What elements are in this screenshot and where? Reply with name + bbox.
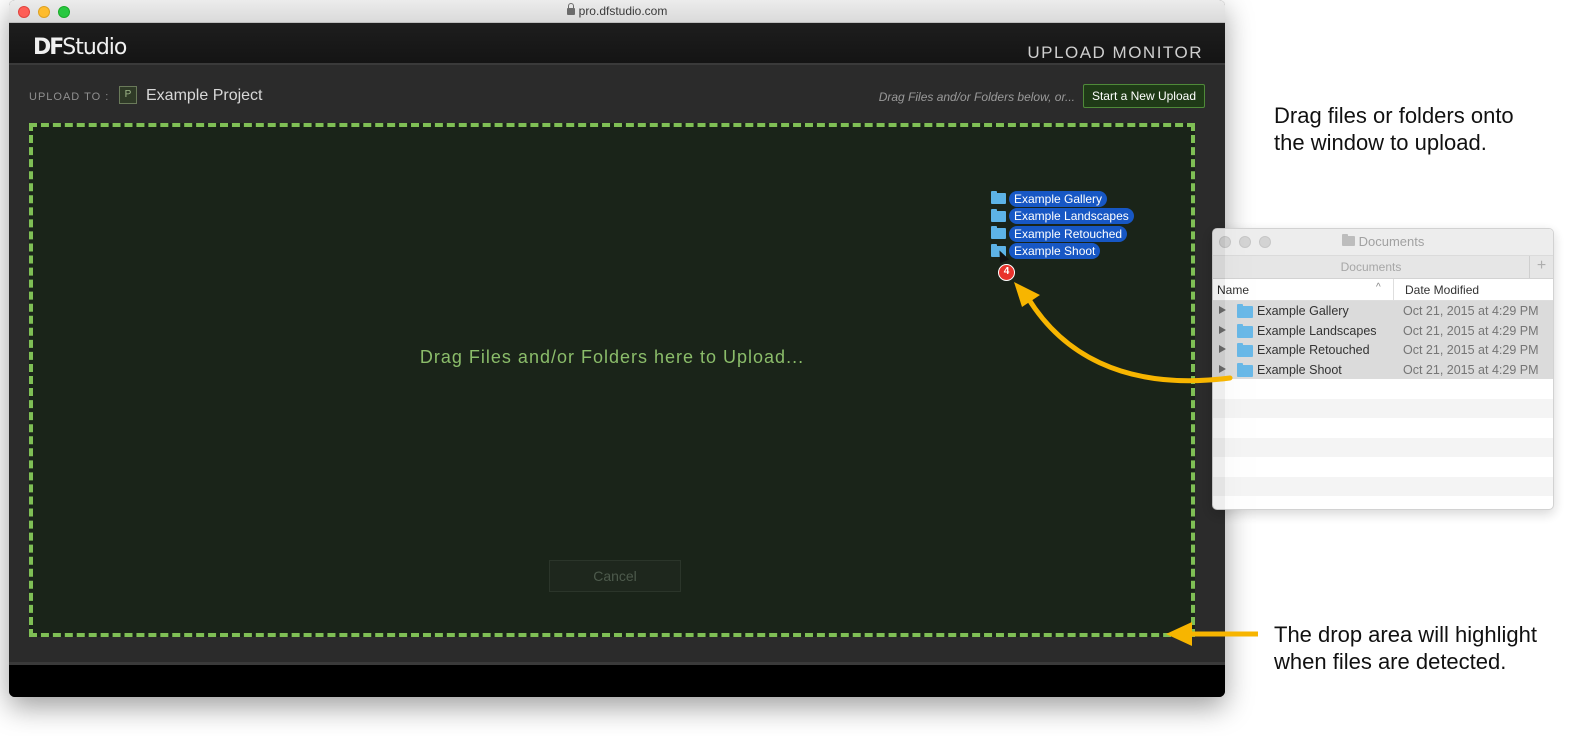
annotation-drop-area: The drop area will highlight when files …: [1274, 622, 1537, 674]
address-bar[interactable]: pro.dfstudio.com: [9, 3, 1225, 18]
dragged-item-label: Example Retouched: [1009, 225, 1128, 242]
folder-icon: [1341, 234, 1355, 246]
finder-row-name: Example Gallery: [1257, 304, 1349, 318]
tab-documents[interactable]: Documents: [1213, 260, 1529, 274]
browser-window: pro.dfstudio.com DFStudio UPLOAD MONITOR…: [9, 0, 1225, 697]
folder-icon: [1237, 323, 1253, 338]
dragged-item: Example Retouched: [991, 225, 1134, 242]
finder-empty-row: [1213, 398, 1553, 418]
upload-hint: Drag Files and/or Folders below, or...: [878, 90, 1075, 104]
dragged-item: Example Gallery: [991, 190, 1134, 207]
start-new-upload-button[interactable]: Start a New Upload: [1082, 84, 1205, 108]
disclosure-triangle-icon[interactable]: [1219, 325, 1226, 334]
finder-row-name: Example Landscapes: [1257, 323, 1377, 338]
finder-tab-bar: Documents +: [1213, 255, 1553, 279]
upload-to-label: UPLOAD TO :: [29, 91, 110, 103]
folder-icon: [1237, 343, 1253, 357]
browser-titlebar: pro.dfstudio.com: [9, 0, 1225, 23]
logo-studio: Studio: [62, 35, 127, 60]
dragged-item-label: Example Gallery: [1009, 190, 1108, 207]
lock-icon: [566, 3, 575, 15]
url-text: pro.dfstudio.com: [578, 4, 668, 18]
finder-row[interactable]: Example Landscapes Oct 21, 2015 at 4:29 …: [1213, 320, 1553, 340]
finder-row-date: Oct 21, 2015 at 4:29 PM: [1403, 362, 1539, 377]
finder-titlebar: Documents: [1213, 229, 1553, 255]
dfstudio-logo[interactable]: DFStudio: [33, 35, 127, 60]
cancel-button[interactable]: Cancel: [549, 560, 681, 592]
folder-icon: [1237, 362, 1253, 377]
finder-title: Documents: [1213, 234, 1553, 249]
finder-title-text: Documents: [1358, 234, 1425, 249]
column-name-header[interactable]: Name: [1217, 283, 1249, 297]
disclosure-triangle-icon[interactable]: [1219, 306, 1226, 314]
finder-row-date: Oct 21, 2015 at 4:29 PM: [1403, 323, 1539, 338]
disclosure-triangle-icon[interactable]: [1219, 364, 1226, 373]
finder-empty-row: [1213, 418, 1553, 438]
dragged-item-label: Example Landscapes: [1009, 208, 1134, 224]
disclosure-triangle-icon[interactable]: [1219, 345, 1226, 353]
folder-icon: [991, 226, 1006, 239]
footer-bar: [9, 665, 1225, 697]
finder-empty-row: [1213, 437, 1553, 457]
drag-count-badge: 4: [998, 264, 1015, 281]
folder-icon: [1237, 304, 1253, 318]
dragged-item-label: Example Shoot: [1009, 243, 1101, 259]
folder-icon: [991, 208, 1006, 222]
finder-row[interactable]: Example Gallery Oct 21, 2015 at 4:29 PM: [1213, 301, 1553, 321]
column-date-modified-header[interactable]: Date Modified: [1393, 279, 1490, 301]
app-header: DFStudio UPLOAD MONITOR: [9, 23, 1225, 65]
finder-row[interactable]: Example Shoot Oct 21, 2015 at 4:29 PM: [1213, 359, 1553, 379]
finder-window: Documents Documents + Name ^ Date Modifi…: [1212, 228, 1554, 510]
upload-destination-bar: UPLOAD TO : P Example Project Drag Files…: [9, 67, 1225, 119]
finder-empty-row: [1213, 476, 1553, 496]
finder-row-name: Example Retouched: [1257, 343, 1370, 357]
page-title: UPLOAD MONITOR: [1027, 43, 1203, 62]
annotation-drag-files: Drag files or folders onto the window to…: [1274, 103, 1514, 155]
drop-area-message: Drag Files and/or Folders here to Upload…: [419, 347, 805, 367]
finder-row[interactable]: Example Retouched Oct 21, 2015 at 4:29 P…: [1213, 340, 1553, 360]
dragged-items-preview: Example Gallery Example Landscapes Examp…: [991, 190, 1134, 260]
folder-icon: [991, 191, 1006, 204]
project-icon: P: [119, 86, 137, 104]
finder-row-date: Oct 21, 2015 at 4:29 PM: [1403, 343, 1539, 357]
dragged-item: Example Landscapes: [991, 208, 1134, 225]
logo-df: DF: [33, 35, 64, 60]
dragged-item: Example Shoot: [991, 243, 1134, 260]
sort-ascending-icon: ^: [1376, 282, 1381, 293]
finder-row-name: Example Shoot: [1257, 362, 1342, 377]
finder-column-header: Name ^ Date Modified: [1213, 279, 1553, 301]
project-name[interactable]: Example Project: [146, 87, 263, 105]
finder-row-date: Oct 21, 2015 at 4:29 PM: [1403, 304, 1539, 318]
finder-empty-row: [1213, 457, 1553, 477]
new-tab-button[interactable]: +: [1529, 256, 1553, 278]
finder-empty-row: [1213, 379, 1553, 399]
